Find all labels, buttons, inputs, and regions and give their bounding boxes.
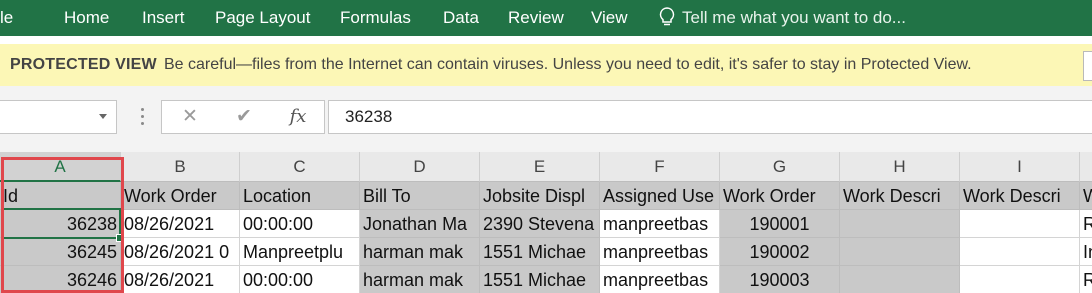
column-header-c[interactable]: C [240,152,360,182]
tab-insert[interactable]: Insert [142,0,185,36]
spreadsheet-grid[interactable]: A B C D E F G H I J Id Work Order Locati… [0,152,1092,293]
table-cell[interactable] [840,238,960,266]
header-cell-work-description[interactable]: Work Descri [840,182,960,210]
table-cell[interactable]: Jonathan Ma [360,210,480,238]
header-cell-w[interactable]: W [1080,182,1092,210]
formula-input[interactable]: 36238 [328,100,1092,134]
column-header-g[interactable]: G [720,152,840,182]
tell-me-text: Tell me what you want to do... [682,8,906,27]
table-cell[interactable]: 08/26/2021 [121,266,240,293]
column-header-j[interactable]: J [1080,152,1092,182]
header-cell-assigned-user[interactable]: Assigned Use [600,182,720,210]
cancel-icon[interactable]: ✕ [172,101,208,133]
column-header-e[interactable]: E [480,152,600,182]
table-cell[interactable]: 2390 Stevena [480,210,600,238]
enable-editing-button[interactable] [1083,51,1092,81]
column-header-b[interactable]: B [121,152,240,182]
header-cell-bill-to[interactable]: Bill To [360,182,480,210]
enter-check-icon[interactable]: ✔ [226,101,262,133]
table-cell[interactable]: harman mak [360,238,480,266]
tab-home[interactable]: Home [64,0,109,36]
table-cell[interactable]: 1551 Michae [480,238,600,266]
header-cell-jobsite[interactable]: Jobsite Displ [480,182,600,210]
ribbon-tab-bar: le Home Insert Page Layout Formulas Data… [0,0,1092,36]
column-header-d[interactable]: D [360,152,480,182]
table-cell[interactable]: 1551 Michae [480,266,600,293]
tab-view[interactable]: View [591,0,628,36]
header-cell-work-description-2[interactable]: Work Descri [960,182,1080,210]
table-cell[interactable]: R [1080,210,1092,238]
drag-handle-icon[interactable] [141,108,145,126]
chevron-down-icon[interactable] [99,114,107,119]
column-header-h[interactable]: H [840,152,960,182]
protected-view-message: Be careful—files from the Internet can c… [164,56,972,73]
formula-bar-area: ✕ ✔ fx 36238 [0,86,1092,153]
table-cell[interactable] [960,210,1080,238]
table-cell[interactable]: manpreetbas [600,266,720,293]
table-cell[interactable]: harman mak [360,266,480,293]
table-cell[interactable]: 08/26/2021 [121,210,240,238]
header-cell-work-order[interactable]: Work Order [121,182,240,210]
formula-content: 36238 [345,107,393,126]
table-cell[interactable]: 00:00:00 [240,266,360,293]
table-cell[interactable]: 190001 [720,210,840,238]
name-box[interactable] [0,100,117,134]
table-cell[interactable]: Manpreetplu [240,238,360,266]
insert-function-button[interactable]: fx [280,101,316,133]
table-cell[interactable] [960,266,1080,293]
table-cell[interactable]: 08/26/2021 0 [121,238,240,266]
tell-me-search[interactable]: Tell me what you want to do... [656,0,906,36]
table-cell[interactable]: 190003 [720,266,840,293]
tab-review[interactable]: Review [508,0,564,36]
table-cell[interactable]: 190002 [720,238,840,266]
highlight-box [1,157,124,293]
column-header-f[interactable]: F [600,152,720,182]
header-cell-work-order-number[interactable]: Work Order [720,182,840,210]
table-cell[interactable] [960,238,1080,266]
table-cell[interactable]: manpreetbas [600,210,720,238]
tab-data[interactable]: Data [443,0,479,36]
tab-formulas[interactable]: Formulas [340,0,411,36]
lightbulb-icon [659,7,675,26]
table-cell[interactable]: In [1080,238,1092,266]
table-cell[interactable]: 00:00:00 [240,210,360,238]
table-cell[interactable]: R [1080,266,1092,293]
formula-buttons: ✕ ✔ fx [161,100,325,134]
tab-page-layout[interactable]: Page Layout [215,0,310,36]
tab-file[interactable]: le [0,0,13,36]
table-cell[interactable] [840,210,960,238]
table-cell[interactable]: manpreetbas [600,238,720,266]
table-cell[interactable] [840,266,960,293]
header-cell-location[interactable]: Location [240,182,360,210]
column-header-i[interactable]: I [960,152,1080,182]
protected-view-label: PROTECTED VIEW [10,56,157,73]
protected-view-bar: PROTECTED VIEW Be careful—files from the… [0,44,1092,87]
